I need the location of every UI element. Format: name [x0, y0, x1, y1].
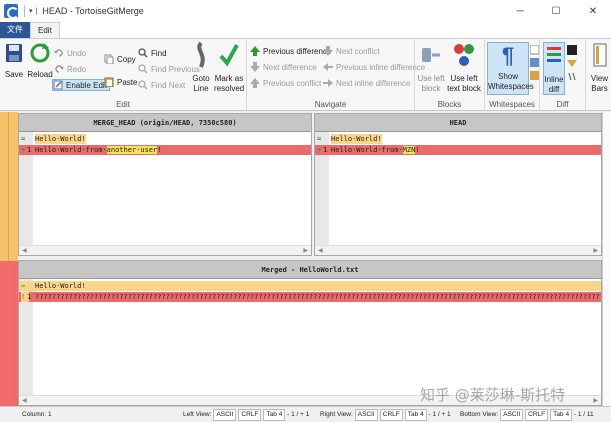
- right-line-1[interactable]: = Hello·World!: [315, 134, 601, 144]
- view-bars-label-2: Bars: [591, 84, 608, 93]
- left-line-1-text: Hello·World!: [35, 134, 86, 144]
- right-line-2[interactable]: + 1 Hello·World·from·MZN!: [315, 145, 601, 155]
- ribbon: Save Reload Undo Redo Enable Edit Copy P…: [0, 38, 611, 111]
- minimize-button[interactable]: ─: [502, 0, 538, 22]
- edit-group: Edit: [0, 39, 247, 111]
- right-tab[interactable]: Tab 4: [404, 409, 427, 421]
- bottom-encoding[interactable]: ASCII: [500, 409, 524, 421]
- right-line-2-text: Hello·World·from·MZN!: [331, 145, 420, 155]
- blocks-group: Blocks: [415, 39, 485, 111]
- right-encoding[interactable]: ASCII: [354, 409, 378, 421]
- whitespaces-group-label: Whitespaces: [489, 100, 535, 109]
- text-suffix: !: [157, 146, 162, 154]
- equal-marker: −: [21, 282, 26, 290]
- separator-bar: |: [35, 7, 38, 15]
- line-number: 1: [27, 146, 32, 154]
- watermark: 知乎 @莱莎琳-斯托特: [420, 386, 566, 404]
- left-line-2-text: Hello·World·from·another·user!: [35, 145, 161, 155]
- line-number: 1: [323, 146, 328, 154]
- text-prefix: Hello·World·from·: [35, 146, 107, 154]
- left-view-header: MERGE_HEAD (origin/HEAD, 7350c580): [19, 114, 311, 132]
- right-horizontal-scrollbar[interactable]: ◀ ▶: [315, 245, 601, 255]
- view-bars-label-1: View: [590, 74, 609, 83]
- location-bar-equal-region: [0, 112, 18, 261]
- scroll-left-icon[interactable]: ◀: [22, 246, 27, 256]
- scroll-right-icon[interactable]: ▶: [303, 246, 308, 256]
- right-view-pane[interactable]: HEAD = Hello·World! + 1 Hello·World·from…: [314, 113, 602, 256]
- ribbon-tabs: 文件 Edit: [0, 22, 611, 38]
- whitespace-options-icon[interactable]: [530, 45, 539, 81]
- left-line-1[interactable]: = Hello·World!: [19, 134, 311, 144]
- bottom-line-2[interactable]: ! 1 ????????????????????????????????????…: [19, 292, 601, 302]
- right-scroll-strip[interactable]: [602, 112, 611, 406]
- left-view-label: Left View:: [183, 411, 212, 418]
- status-right-view: Right View: ASCII CRLF Tab 4 - 1 / + 1: [320, 407, 451, 422]
- tab-edit[interactable]: Edit: [30, 22, 60, 38]
- location-bar[interactable]: [0, 112, 18, 406]
- equal-marker: =: [21, 135, 26, 143]
- right-count: - 1 / + 1: [428, 411, 451, 418]
- scroll-left-icon[interactable]: ◀: [318, 246, 323, 256]
- status-column: Column: 1: [22, 411, 52, 418]
- bottom-eol[interactable]: CRLF: [525, 409, 549, 421]
- status-bar: Column: 1 Left View: ASCII CRLF Tab 4 - 1 /…: [0, 406, 611, 422]
- navigate-group: Navigate: [247, 39, 415, 111]
- status-bottom-view: Bottom View: ASCII CRLF Tab 4 - 1 / 11: [460, 407, 594, 422]
- diff-group: Diff: [540, 39, 586, 111]
- diff-group-label: Diff: [556, 100, 569, 109]
- quick-access-menu-icon[interactable]: ▾: [29, 7, 33, 15]
- scroll-left-icon[interactable]: ◀: [22, 396, 27, 406]
- left-count: - 1 / + 1: [287, 411, 310, 418]
- left-eol[interactable]: CRLF: [238, 409, 262, 421]
- scroll-right-icon[interactable]: ▶: [593, 246, 598, 256]
- bottom-count: - 1 / 11: [573, 411, 594, 418]
- view-bars-icon: [593, 43, 606, 67]
- window-title: HEAD - TortoiseGitMerge: [42, 6, 144, 16]
- tab-file[interactable]: 文件: [0, 22, 30, 38]
- bottom-view-label: Bottom View:: [460, 411, 499, 418]
- changed-word: another·user: [106, 146, 158, 154]
- left-horizontal-scrollbar[interactable]: ◀ ▶: [19, 245, 311, 255]
- close-button[interactable]: ✕: [575, 0, 611, 22]
- bottom-view-header: Merged - HelloWorld.txt: [19, 261, 601, 279]
- line-number: 1: [27, 293, 32, 301]
- right-view-header: HEAD: [315, 114, 601, 132]
- bottom-tab[interactable]: Tab 4: [550, 409, 573, 421]
- left-view-pane[interactable]: MERGE_HEAD (origin/HEAD, 7350c580) = Hel…: [18, 113, 312, 256]
- text-suffix: !: [415, 146, 420, 154]
- maximize-button[interactable]: ☐: [538, 0, 574, 22]
- bottom-line-1[interactable]: − Hello·World!: [19, 281, 601, 291]
- blocks-group-label: Blocks: [437, 100, 462, 109]
- app-icon: [4, 4, 19, 19]
- edit-group-label: Edit: [116, 100, 130, 109]
- separator: [24, 5, 25, 17]
- conflict-text: ????????????????????????????????????????…: [35, 293, 601, 301]
- title-bar: ▾ | HEAD - TortoiseGitMerge ─ ☐ ✕: [0, 0, 611, 22]
- location-bar-conflict-region: [0, 261, 18, 406]
- left-tab[interactable]: Tab 4: [263, 409, 286, 421]
- view-bars-button[interactable]: View Bars: [588, 42, 611, 94]
- right-line-1-text: Hello·World!: [331, 134, 382, 144]
- text-prefix: Hello·World·from·: [331, 146, 403, 154]
- left-line-2[interactable]: + 1 Hello·World·from·another·user!: [19, 145, 311, 155]
- navigate-group-label: Navigate: [314, 100, 347, 109]
- right-eol[interactable]: CRLF: [379, 409, 403, 421]
- location-bar-divider: [8, 112, 9, 406]
- changed-word: MZN: [402, 146, 416, 154]
- equal-marker: =: [317, 135, 322, 143]
- scroll-right-icon[interactable]: ▶: [593, 396, 598, 406]
- status-left-view: Left View: ASCII CRLF Tab 4 - 1 / + 1: [183, 407, 309, 422]
- bottom-line-1-text: Hello·World!: [35, 282, 86, 290]
- right-view-label: Right View:: [320, 411, 353, 418]
- left-encoding[interactable]: ASCII: [213, 409, 237, 421]
